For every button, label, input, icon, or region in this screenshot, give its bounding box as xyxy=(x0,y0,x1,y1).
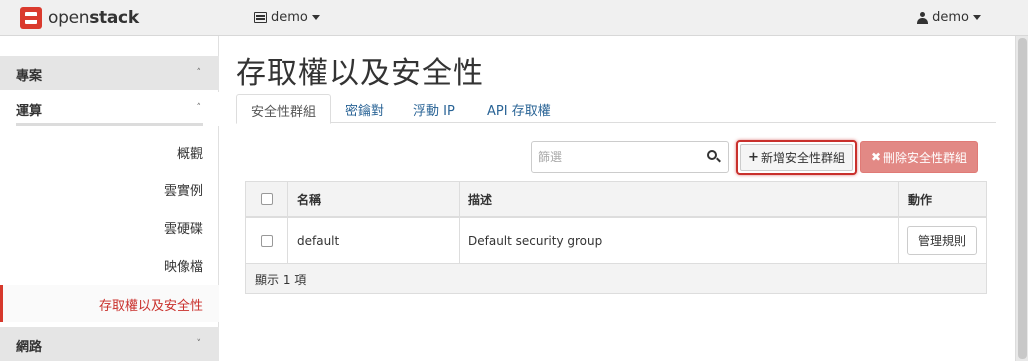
logo-text: openstack xyxy=(48,8,139,28)
vertical-scrollbar[interactable] xyxy=(1015,36,1028,361)
add-security-group-label: 新增安全性群組 xyxy=(760,151,845,165)
sidebar-item-instances[interactable]: 雲實例 xyxy=(0,170,219,207)
tab-bar: 安全性群組 密鑰對 浮動 IP API 存取權 xyxy=(236,94,996,124)
sidebar: 專案 ˄ 運算 ˄ 概觀 雲實例 雲硬碟 映像檔 存取權以及安全性 網路 ˅ xyxy=(0,36,219,361)
search-button[interactable] xyxy=(698,142,728,172)
user-menu[interactable]: demo xyxy=(917,10,981,25)
sidebar-item-overview[interactable]: 概觀 xyxy=(0,133,219,170)
delete-security-group-label: 刪除安全性群組 xyxy=(883,150,968,165)
user-icon xyxy=(917,11,929,24)
sidebar-subsection-compute[interactable]: 運算 ˄ xyxy=(0,92,219,126)
item-count: 顯示 1 項 xyxy=(255,273,307,287)
sidebar-item-volumes[interactable]: 雲硬碟 xyxy=(0,208,219,245)
row-checkbox[interactable] xyxy=(260,234,273,247)
chevron-down-icon: ˅ xyxy=(196,339,202,349)
sidebar-item-label: 映像檔 xyxy=(163,260,203,275)
caret-icon xyxy=(973,15,981,20)
table-row: default Default security group 管理規則 xyxy=(246,218,986,264)
divider xyxy=(16,123,203,126)
cell-actions: 管理規則 xyxy=(898,218,986,263)
scrollbar-thumb[interactable] xyxy=(1018,38,1027,359)
sidebar-section-label: 網路 xyxy=(16,340,43,355)
sidebar-section-project[interactable]: 專案 ˄ xyxy=(0,56,219,90)
sidebar-item-label: 雲實例 xyxy=(163,184,203,199)
project-switcher[interactable]: demo xyxy=(254,10,320,25)
sidebar-item-label: 概觀 xyxy=(176,147,203,162)
plus-icon: + xyxy=(748,150,759,165)
sidebar-subsection-label: 運算 xyxy=(16,104,43,119)
cell-description: Default security group xyxy=(459,218,898,263)
times-icon: ✖ xyxy=(870,150,882,164)
tab-security-groups[interactable]: 安全性群組 xyxy=(236,94,332,124)
tab-key-pairs[interactable]: 密鑰對 xyxy=(331,94,398,123)
manage-rules-button[interactable]: 管理規則 xyxy=(907,226,978,255)
row-select-cell xyxy=(246,218,287,263)
column-header-actions: 動作 xyxy=(898,182,986,216)
chevron-up-icon: ˄ xyxy=(196,68,202,78)
chevron-up-icon: ˄ xyxy=(196,103,202,113)
openstack-logo[interactable]: openstack xyxy=(20,7,139,29)
security-groups-table: 名稱 描述 動作 default Default security group … xyxy=(245,181,987,294)
project-icon xyxy=(254,12,267,23)
table-footer: 顯示 1 項 xyxy=(246,264,986,293)
caret-icon xyxy=(311,15,320,20)
main-content: 存取權以及安全性 安全性群組 密鑰對 浮動 IP API 存取權 + 新增安全性… xyxy=(220,36,1015,361)
sidebar-section-label: 專案 xyxy=(16,69,43,84)
tab-api-access[interactable]: API 存取權 xyxy=(473,94,565,123)
sidebar-item-label: 雲硬碟 xyxy=(163,222,203,237)
select-all-cell xyxy=(246,182,287,216)
sidebar-item-images[interactable]: 映像檔 xyxy=(0,246,219,283)
delete-security-group-button[interactable]: ✖ 刪除安全性群組 xyxy=(860,141,978,173)
top-navbar: openstack demo demo xyxy=(0,0,1028,36)
sidebar-item-label: 存取權以及安全性 xyxy=(98,299,203,314)
sidebar-item-access-security[interactable]: 存取權以及安全性 xyxy=(0,285,219,322)
tab-floating-ips[interactable]: 浮動 IP xyxy=(399,94,469,123)
add-security-group-button[interactable]: + 新增安全性群組 xyxy=(736,140,857,175)
cell-name: default xyxy=(287,218,459,263)
project-name: demo xyxy=(271,10,308,25)
page-title: 存取權以及安全性 xyxy=(236,56,484,91)
table-header: 名稱 描述 動作 xyxy=(246,182,986,218)
column-header-name[interactable]: 名稱 xyxy=(287,182,459,216)
logo-icon xyxy=(20,7,42,29)
select-all-checkbox[interactable] xyxy=(260,193,273,205)
sidebar-section-network[interactable]: 網路 ˅ xyxy=(0,327,219,361)
column-header-description[interactable]: 描述 xyxy=(459,182,898,216)
filter-input[interactable] xyxy=(532,142,698,172)
filter-box xyxy=(531,141,729,173)
user-name: demo xyxy=(932,10,969,25)
